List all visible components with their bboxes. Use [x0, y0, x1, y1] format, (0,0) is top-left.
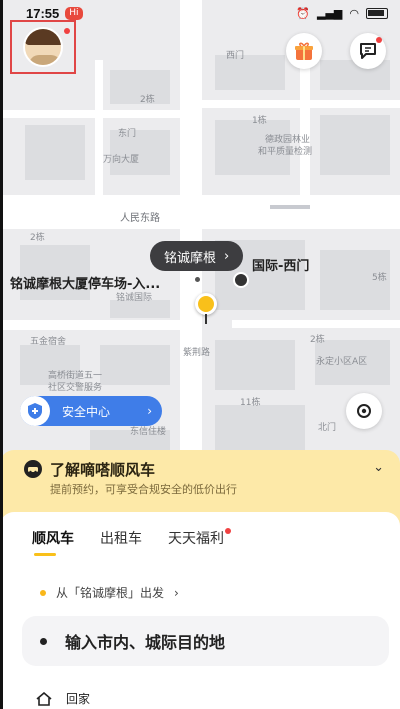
wifi-icon: ◠ [349, 6, 359, 20]
map-label: 和平质量检测 [258, 147, 313, 157]
map-label: 西门 [226, 51, 245, 61]
road [202, 100, 400, 108]
start-dot-icon [40, 589, 46, 596]
map-label: 北门 [318, 423, 337, 433]
alarm-icon: ⏰ [296, 6, 310, 20]
shield-plus-icon [20, 396, 50, 426]
poi-label-gate[interactable]: 国际-西门 [252, 255, 309, 274]
road [0, 320, 180, 330]
start-location-row[interactable]: 从「铭诚摩根」出发 › [40, 584, 179, 601]
poi-dot [195, 277, 200, 282]
map-label: 五金宿舍 [30, 337, 67, 347]
gift-icon [295, 42, 313, 60]
pickup-pin-stem [205, 314, 207, 324]
tab-taxi[interactable]: 出租车 [100, 528, 142, 556]
booking-panel: 顺风车 出租车 天天福利 从「铭诚摩根」出发 › 输入市内、城际目的地 回家 [0, 512, 400, 709]
user-avatar-button[interactable] [10, 20, 76, 74]
signal-icon: ▂▄▆ [317, 6, 343, 20]
map-label: 11栋 [240, 398, 261, 408]
chevron-right-icon: › [224, 248, 230, 264]
map-label: 2栋 [310, 335, 325, 345]
status-time: 17:55 [26, 5, 60, 21]
map-label: 2栋 [30, 233, 45, 243]
messages-button[interactable] [350, 33, 386, 69]
tab-label: 出租车 [100, 531, 142, 547]
service-tabs: 顺风车 出租车 天天福利 [32, 528, 231, 556]
road [180, 0, 202, 470]
road [0, 110, 180, 118]
gift-button[interactable] [286, 33, 322, 69]
safety-center-button[interactable]: 安全中心 › [20, 396, 162, 426]
status-icons: ⏰ ▂▄▆ ◠ [296, 7, 388, 20]
tab-label: 顺风车 [32, 531, 74, 547]
home-shortcut[interactable]: 回家 [36, 690, 90, 707]
notification-dot [64, 28, 70, 34]
map-label: 社区交警服务 [48, 383, 103, 393]
destination-input[interactable]: 输入市内、城际目的地 [22, 616, 389, 666]
chevron-down-icon[interactable]: ⌄ [373, 460, 384, 475]
notification-dot [376, 37, 382, 43]
location-marker-icon [233, 272, 249, 288]
home-label: 回家 [66, 692, 91, 706]
map-label: 东方国际 [345, 203, 382, 213]
battery-icon [366, 7, 388, 19]
map-label: 5栋 [372, 273, 387, 283]
status-bar: 17:55 Hi ⏰ ▂▄▆ ◠ [0, 0, 400, 26]
notification-dot [225, 528, 231, 534]
pickup-point-name: 铭诚摩根 [164, 250, 217, 266]
chat-icon [360, 43, 376, 59]
destination-dot-icon [40, 637, 47, 645]
avatar [23, 27, 63, 67]
safety-center-label: 安全中心 [62, 404, 111, 419]
destination-placeholder: 输入市内、城际目的地 [65, 633, 226, 652]
poi-label-parking[interactable]: 铭诚摩根大厦停车场-入... [10, 273, 160, 292]
pickup-point-bubble[interactable]: 铭诚摩根 › [150, 241, 244, 271]
map-label: 万向大厦 [103, 155, 140, 165]
car-icon [24, 460, 42, 478]
pickup-pin-icon[interactable] [195, 293, 217, 315]
home-icon [36, 691, 52, 706]
promo-title: 了解嘀嗒顺风车 [50, 461, 156, 479]
chevron-right-icon: › [174, 585, 179, 600]
map-label: 永定小区A区 [316, 357, 368, 367]
road [300, 60, 310, 195]
building [25, 125, 85, 180]
promo-subtitle: 提前预约，可享受合规安全的低价出行 [50, 483, 237, 496]
map-label: 2栋 [140, 95, 155, 105]
building [320, 115, 390, 175]
screen-edge [0, 0, 3, 709]
map-label: 1栋 [252, 116, 267, 126]
tab-label: 天天福利 [168, 531, 224, 547]
locate-me-button[interactable] [346, 393, 382, 429]
building [100, 345, 170, 385]
status-badge: Hi [65, 6, 83, 20]
start-location-text: 从「铭诚摩根」出发 [56, 586, 165, 600]
road [270, 205, 310, 209]
tab-daily-welfare[interactable]: 天天福利 [168, 528, 231, 556]
tab-ride-share[interactable]: 顺风车 [32, 528, 74, 556]
map-label: 紫荆路 [183, 348, 211, 358]
building [215, 405, 305, 450]
road [232, 320, 400, 328]
map-label: 东门 [118, 129, 137, 139]
chevron-right-icon: › [147, 404, 152, 418]
map-label: 人民东路 [120, 213, 160, 224]
building [215, 340, 295, 390]
road [95, 60, 103, 195]
map-label: (东方) [350, 217, 376, 227]
locate-icon [357, 404, 371, 418]
